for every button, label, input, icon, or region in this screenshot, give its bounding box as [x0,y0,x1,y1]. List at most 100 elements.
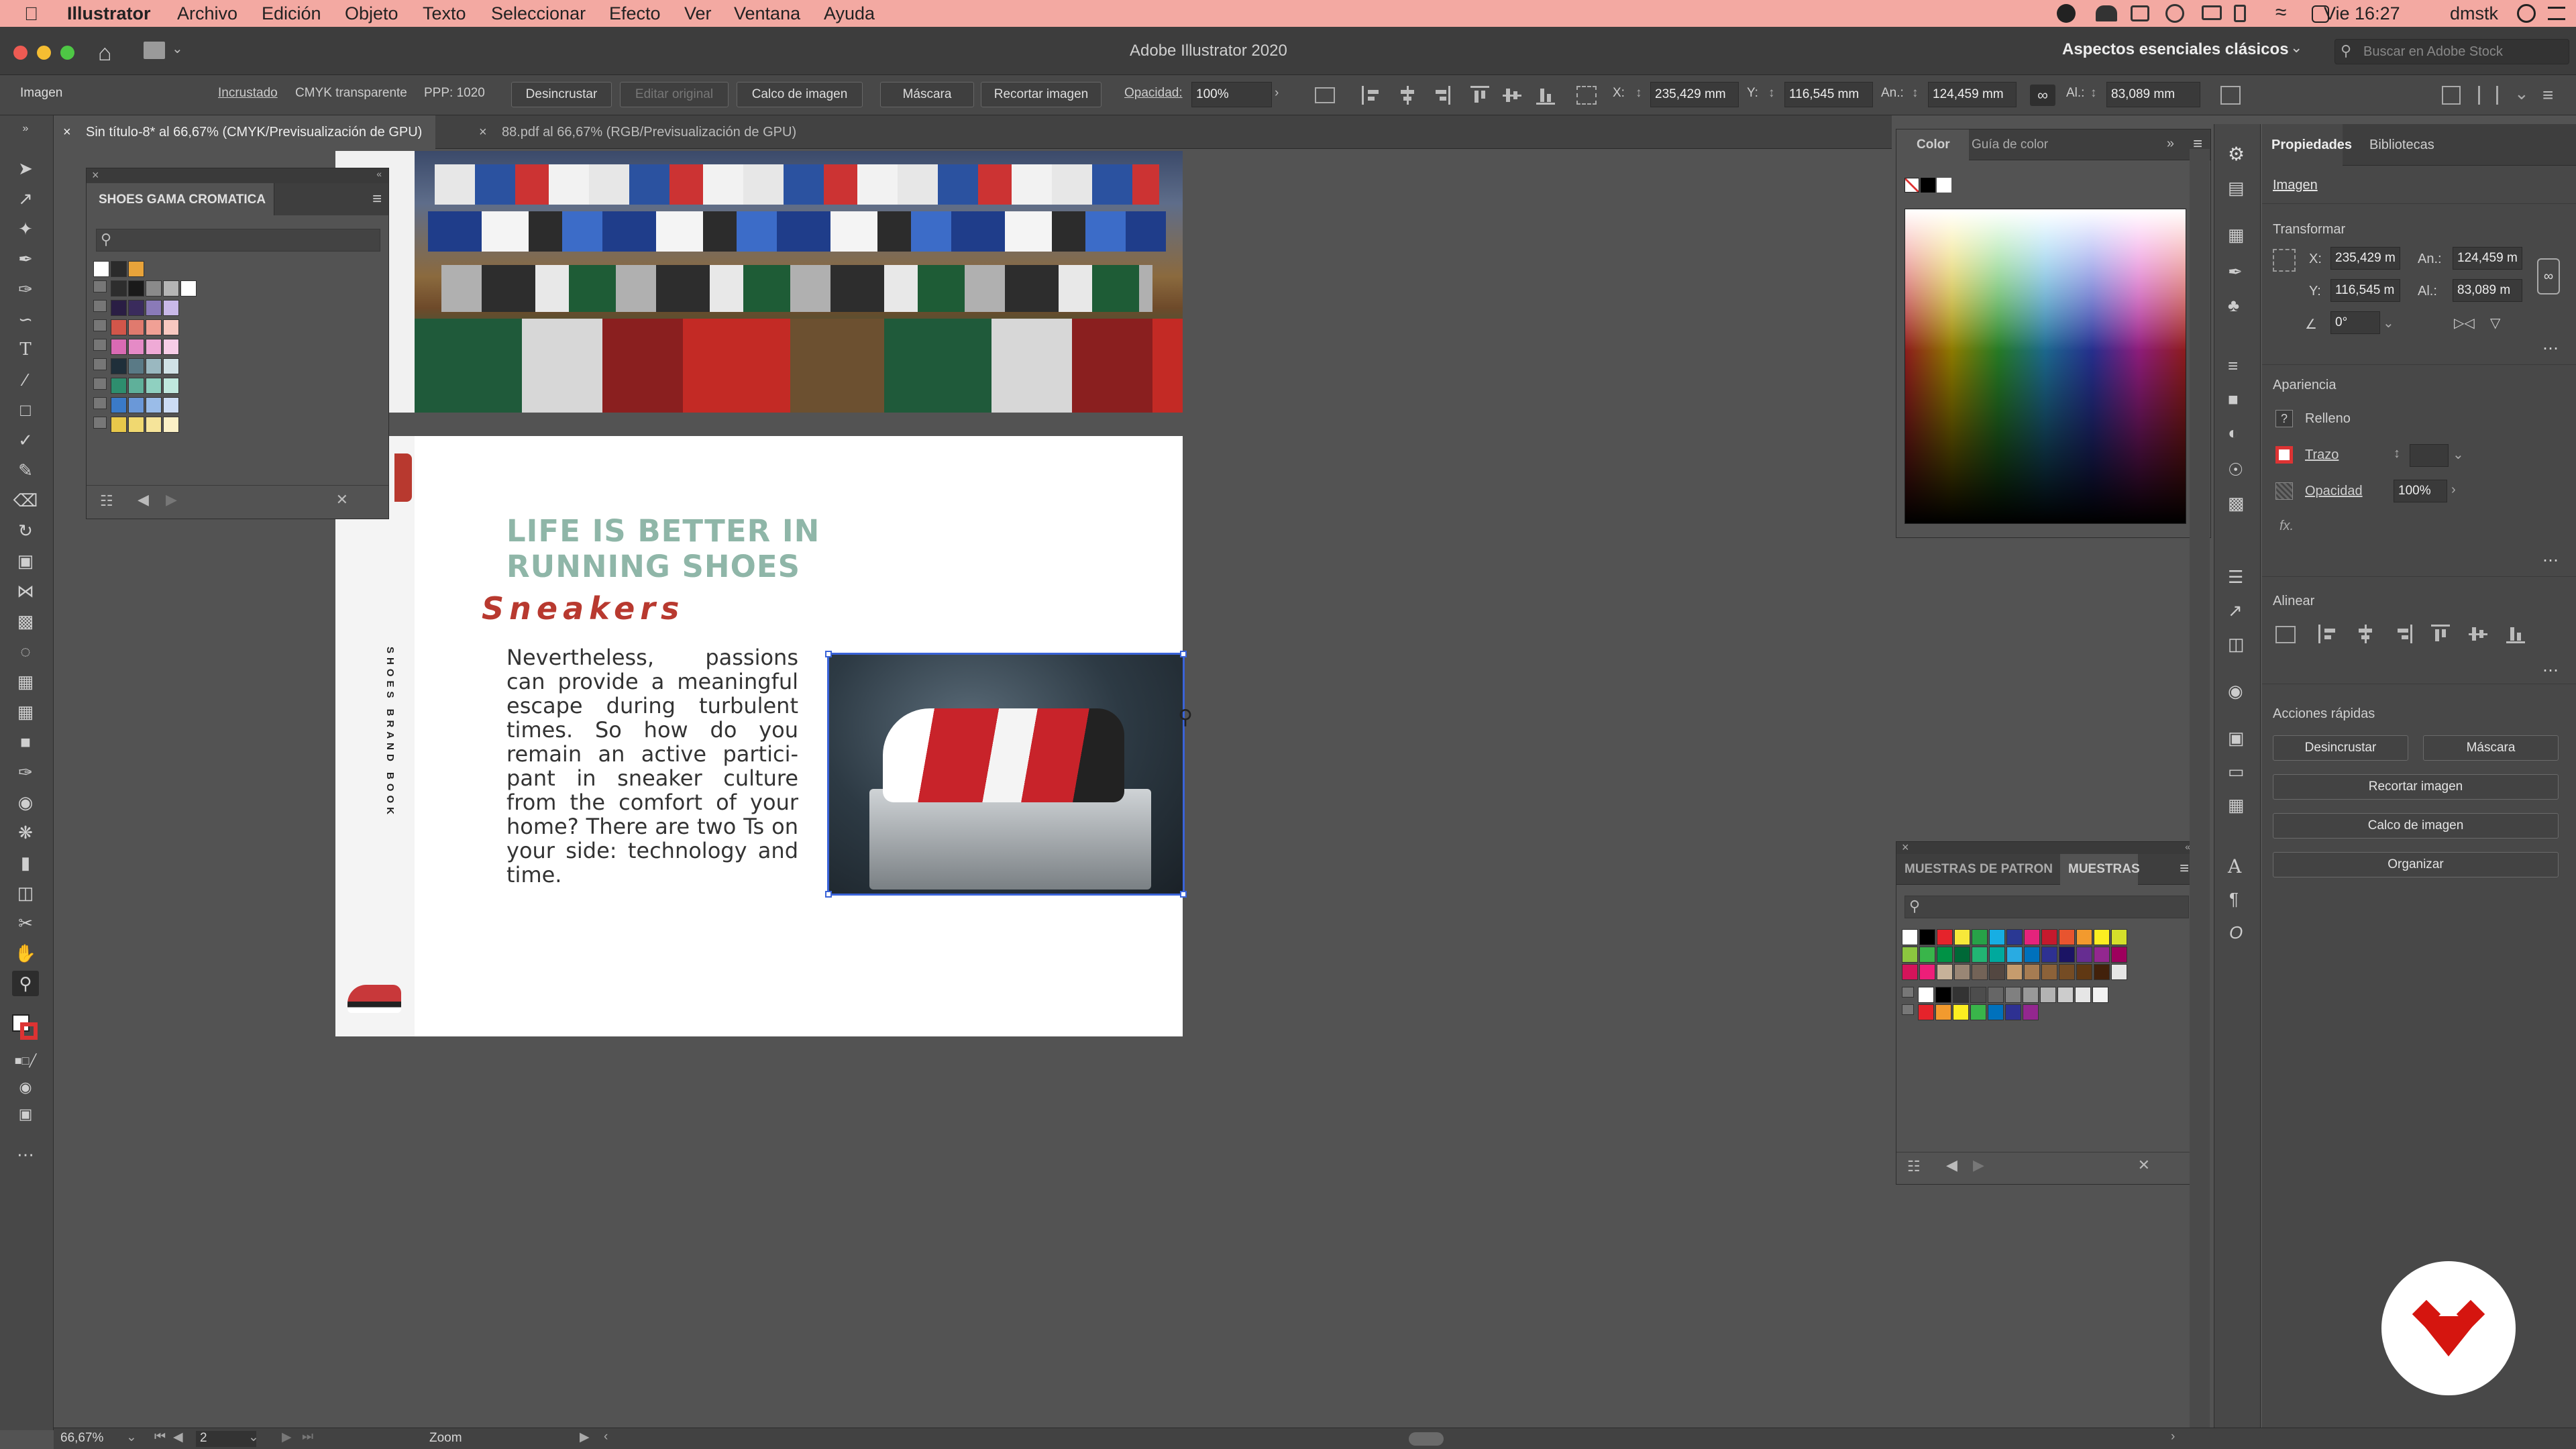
swatch[interactable] [1954,964,1970,980]
crop-image-button[interactable]: Recortar imagen [981,82,1102,107]
swatch[interactable] [1970,1004,1986,1020]
stock-search-input[interactable]: ⚲ Buscar en Adobe Stock [2334,39,2569,64]
horizontal-scroll-thumb[interactable] [1409,1432,1444,1446]
stroke-color-icon[interactable] [20,1022,38,1040]
menu-efecto[interactable]: Efecto [609,3,661,24]
color-group-folder-icon[interactable] [93,300,107,312]
image-trace-button[interactable]: Calco de imagen [2273,813,2559,839]
swatch[interactable] [163,280,179,297]
swatch[interactable] [128,339,144,355]
constrain-proportions-icon[interactable]: ∞ [2030,85,2055,106]
align-bottom-icon[interactable] [1536,86,1555,105]
color-group-folder-icon[interactable] [93,417,107,429]
align-to-icon[interactable] [2275,626,2296,643]
chevron-right-icon[interactable]: › [2451,482,2456,498]
swatch[interactable] [2059,929,2075,945]
menu-user[interactable]: dmstk [2450,3,2498,24]
artboard-1[interactable] [335,151,1183,413]
calendar-icon[interactable] [2131,5,2149,21]
more-options-icon[interactable]: ⋯ [2542,339,2559,358]
expand-icon[interactable]: » [2167,136,2174,152]
scroll-right-icon[interactable]: › [2171,1430,2175,1444]
align-bottom-icon[interactable] [2506,625,2525,643]
swatch[interactable] [2041,964,2057,980]
swatch[interactable] [2041,929,2057,945]
panel-menu-icon[interactable]: ≡ [372,190,382,209]
swatch-search-input[interactable]: ⚲ [96,229,380,252]
menu-objeto[interactable]: Objeto [345,3,398,24]
image-trace-button[interactable]: Calco de imagen [737,82,863,107]
direct-selection-tool-icon[interactable]: ↗ [12,186,39,211]
apple-icon[interactable]:  [24,3,38,25]
gradient-tool-icon[interactable]: ■ [12,729,39,755]
swatch[interactable] [146,397,162,413]
swatch[interactable] [1953,987,1969,1003]
isolate-icon[interactable] [2442,86,2461,105]
menu-archivo[interactable]: Archivo [177,3,237,24]
swatch[interactable] [128,378,144,394]
rectangle-tool-icon[interactable]: □ [12,397,39,423]
vertical-scrollbar[interactable] [2190,149,2210,1428]
swatch[interactable] [2075,987,2091,1003]
angle-field[interactable]: 0° [2330,311,2380,334]
swatch[interactable] [111,261,127,277]
draw-mode-icon[interactable]: ◉ [12,1075,39,1100]
object-type-label[interactable]: Imagen [2273,178,2318,193]
swatch[interactable] [2094,964,2110,980]
menu-edicion[interactable]: Edición [262,3,321,24]
curvature-tool-icon[interactable]: ∽ [12,307,39,332]
swatch[interactable] [1935,987,1951,1003]
selection-tool-icon[interactable]: ➤ [12,156,39,181]
color-group-folder-icon[interactable] [93,378,107,390]
swatch[interactable] [1919,947,1935,963]
align-right-icon[interactable] [1432,86,1450,105]
close-icon[interactable]: × [479,115,487,149]
lasso-tool-icon[interactable]: ✒ [12,246,39,272]
color-spectrum[interactable] [1904,209,2186,524]
x-stepper-icon[interactable]: ↕ [1635,86,1642,101]
more-options-icon[interactable]: ⋯ [2542,661,2559,680]
swatch[interactable] [111,417,127,433]
opentype-icon[interactable]: O [2229,922,2243,943]
color-group-folder-icon[interactable] [93,280,107,292]
swatch[interactable] [1935,1004,1951,1020]
swatch[interactable] [2094,947,2110,963]
y-field[interactable]: 116,545 m [2330,279,2400,302]
color-mode-icon[interactable]: ■□╱ [12,1048,39,1073]
chevron-down-icon[interactable]: ⌄ [172,40,183,57]
height-field[interactable]: 83,089 mm [2106,82,2200,107]
tab-document-2[interactable]: × 88.pdf al 66,67% (RGB/Previsualización… [470,115,810,149]
swatch[interactable] [2024,964,2040,980]
perspective-grid-tool-icon[interactable]: ▦ [12,669,39,694]
paintbrush-tool-icon[interactable]: ✓ [12,427,39,453]
swatch[interactable] [180,280,197,297]
next-icon[interactable]: ▶ [166,491,177,508]
transform-icon[interactable] [2220,86,2241,105]
flip-horizontal-icon[interactable]: ▷◁ [2454,315,2475,331]
align-hcenter-icon[interactable] [2356,625,2375,643]
previous-icon[interactable]: ◀ [1946,1157,1957,1174]
color-group-folder-icon[interactable] [1902,1004,1914,1015]
graphic-styles-icon[interactable]: ▩ [2228,493,2245,514]
transparency-icon[interactable]: ◐ [2228,423,2239,443]
zoom-level[interactable]: 66,67% [60,1431,103,1446]
swatch[interactable] [1937,947,1953,963]
swatch[interactable] [111,378,127,394]
color-group-folder-icon[interactable] [93,339,107,351]
shape-builder-tool-icon[interactable]: ◌ [12,639,39,664]
swatch[interactable] [1988,1004,2004,1020]
swatch[interactable] [1953,1004,1969,1020]
align-to-icon[interactable] [1315,87,1335,103]
graph-tool-icon[interactable]: ▮ [12,850,39,875]
chevron-down-icon[interactable]: ⌄ [2453,446,2464,463]
swatch[interactable] [2023,1004,2039,1020]
unlink-icon[interactable]: ✕ [336,491,348,508]
swatch[interactable] [163,358,179,374]
stroke-weight-field[interactable] [2410,444,2449,467]
swatch[interactable] [1988,987,2004,1003]
swatch[interactable] [1902,947,1918,963]
opacity-field[interactable]: 100% [1191,82,1272,107]
slice-tool-icon[interactable]: ✂ [12,910,39,936]
color-group-folder-icon[interactable] [93,358,107,370]
swatch[interactable] [111,397,127,413]
